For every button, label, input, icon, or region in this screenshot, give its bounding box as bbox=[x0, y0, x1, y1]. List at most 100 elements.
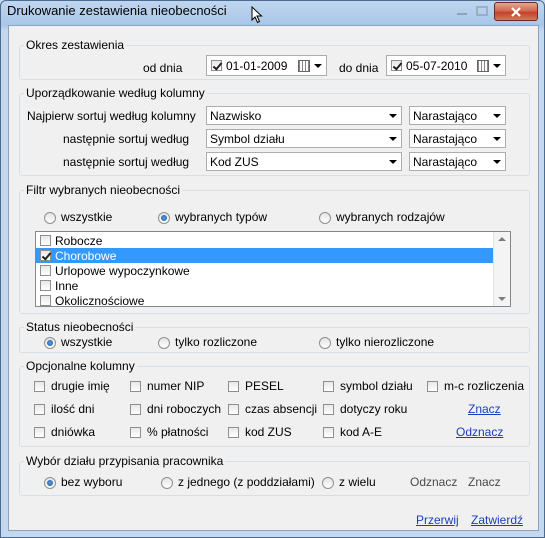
department-single-radio[interactable] bbox=[161, 477, 173, 489]
sort-order-2-select[interactable]: Narastająco bbox=[409, 129, 506, 148]
to-date-checkbox[interactable] bbox=[391, 60, 402, 71]
cancel-link[interactable]: Przerwij bbox=[416, 513, 459, 527]
select-all-columns-link[interactable]: Znacz bbox=[468, 402, 501, 416]
column-ae-code-label[interactable]: kod A-E bbox=[340, 425, 382, 439]
status-settled-label[interactable]: tylko rozliczone bbox=[175, 335, 257, 349]
department-multiple-radio[interactable] bbox=[322, 477, 334, 489]
sort-row-3-label: następnie sortuj według bbox=[63, 155, 190, 169]
department-select-link[interactable]: Znacz bbox=[468, 475, 501, 489]
period-legend: Okres zestawienia bbox=[26, 38, 125, 52]
column-days-count-label[interactable]: ilość dni bbox=[51, 402, 94, 416]
list-item[interactable]: Chorobowe bbox=[36, 248, 494, 263]
to-date-value: 05-07-2010 bbox=[406, 59, 468, 73]
column-pesel-label[interactable]: PESEL bbox=[245, 379, 284, 393]
list-scrollbar[interactable] bbox=[493, 232, 510, 306]
column-ae-code-checkbox[interactable] bbox=[323, 427, 334, 438]
chevron-down-icon bbox=[493, 137, 501, 141]
title-bar[interactable]: Drukowanie zestawienia nieobecności bbox=[1, 1, 544, 25]
filter-all-radio[interactable] bbox=[44, 212, 56, 224]
to-date-label: do dnia bbox=[339, 61, 379, 75]
item-checkbox[interactable] bbox=[40, 250, 51, 261]
filter-kinds-radio[interactable] bbox=[319, 212, 331, 224]
maximize-icon[interactable] bbox=[475, 6, 489, 16]
column-settlement-month-label[interactable]: m-c rozliczenia bbox=[444, 379, 524, 393]
column-middle-name-checkbox[interactable] bbox=[34, 381, 45, 392]
column-year-checkbox[interactable] bbox=[323, 404, 334, 415]
column-days-count-checkbox[interactable] bbox=[34, 404, 45, 415]
department-none-label[interactable]: bez wyboru bbox=[61, 475, 122, 489]
column-nip-label[interactable]: numer NIP bbox=[147, 379, 204, 393]
scroll-down-icon[interactable] bbox=[498, 297, 506, 301]
window-title: Drukowanie zestawienia nieobecności bbox=[7, 3, 227, 18]
department-multiple-label[interactable]: z wielu bbox=[339, 475, 376, 489]
item-checkbox[interactable] bbox=[40, 280, 51, 291]
column-middle-name-label[interactable]: drugie imię bbox=[51, 379, 110, 393]
absence-type-list[interactable]: Robocze Chorobowe Urlopowe wypoczynkowe … bbox=[35, 231, 511, 307]
sort-order-3-value: Narastająco bbox=[413, 155, 478, 169]
list-item[interactable]: Inne bbox=[36, 278, 494, 293]
chevron-down-icon bbox=[389, 160, 397, 164]
department-none-radio[interactable] bbox=[44, 477, 56, 489]
filter-types-radio[interactable] bbox=[158, 212, 170, 224]
column-absence-time-label[interactable]: czas absencji bbox=[245, 402, 317, 416]
from-date-picker[interactable]: 01-01-2009 bbox=[206, 55, 327, 76]
chevron-down-icon bbox=[389, 137, 397, 141]
chevron-down-icon bbox=[493, 114, 501, 118]
column-working-days-checkbox[interactable] bbox=[130, 404, 141, 415]
item-label: Chorobowe bbox=[55, 249, 117, 263]
column-payment-percent-checkbox[interactable] bbox=[130, 427, 141, 438]
sort-order-1-value: Narastająco bbox=[413, 109, 478, 123]
department-legend: Wybór działu przypisania pracownika bbox=[26, 454, 224, 468]
item-checkbox[interactable] bbox=[40, 235, 51, 246]
filter-all-label[interactable]: wszystkie bbox=[61, 210, 112, 224]
dialog-window: Drukowanie zestawienia nieobecności Okre… bbox=[0, 0, 545, 538]
scroll-up-icon[interactable] bbox=[498, 237, 506, 241]
filter-kinds-label[interactable]: wybranych rodzajów bbox=[336, 210, 445, 224]
deselect-all-columns-link[interactable]: Odznacz bbox=[456, 425, 503, 439]
column-pesel-checkbox[interactable] bbox=[228, 381, 239, 392]
mouse-cursor-icon bbox=[251, 6, 263, 24]
item-checkbox[interactable] bbox=[40, 295, 51, 306]
list-item[interactable]: Urlopowe wypoczynkowe bbox=[36, 263, 494, 278]
department-deselect-link[interactable]: Odznacz bbox=[410, 475, 457, 489]
sort-column-3-select[interactable]: Kod ZUS bbox=[206, 152, 402, 171]
list-item[interactable]: Okolicznościowe bbox=[36, 293, 494, 306]
minimize-icon[interactable] bbox=[455, 6, 469, 16]
close-button[interactable] bbox=[494, 2, 538, 21]
column-absence-time-checkbox[interactable] bbox=[228, 404, 239, 415]
status-legend: Status nieobecności bbox=[26, 320, 134, 334]
sort-column-1-select[interactable]: Nazwisko bbox=[206, 106, 402, 125]
from-date-checkbox[interactable] bbox=[211, 60, 222, 71]
column-nip-checkbox[interactable] bbox=[130, 381, 141, 392]
department-single-label[interactable]: z jednego (z poddziałami) bbox=[178, 475, 315, 489]
to-date-picker[interactable]: 05-07-2010 bbox=[386, 55, 506, 76]
status-settled-radio[interactable] bbox=[158, 337, 170, 349]
status-unsettled-label[interactable]: tylko nierozliczone bbox=[336, 335, 434, 349]
filter-types-label[interactable]: wybranych typów bbox=[175, 210, 267, 224]
chevron-down-icon bbox=[314, 64, 322, 68]
column-payment-percent-label[interactable]: % płatności bbox=[147, 425, 208, 439]
sort-order-3-select[interactable]: Narastająco bbox=[409, 152, 506, 171]
status-unsettled-radio[interactable] bbox=[319, 337, 331, 349]
column-dept-symbol-checkbox[interactable] bbox=[323, 381, 334, 392]
from-date-value: 01-01-2009 bbox=[226, 59, 288, 73]
sort-row-2-label: następnie sortuj według bbox=[63, 132, 190, 146]
item-label: Inne bbox=[55, 279, 79, 293]
column-year-label[interactable]: dotyczy roku bbox=[340, 402, 407, 416]
column-daily-rate-checkbox[interactable] bbox=[34, 427, 45, 438]
list-item[interactable]: Robocze bbox=[36, 233, 494, 248]
sort-column-3-value: Kod ZUS bbox=[210, 155, 259, 169]
column-zus-code-label[interactable]: kod ZUS bbox=[245, 425, 292, 439]
status-all-radio[interactable] bbox=[44, 337, 56, 349]
sort-column-2-select[interactable]: Symbol działu bbox=[206, 129, 402, 148]
column-dept-symbol-label[interactable]: symbol działu bbox=[340, 379, 413, 393]
column-working-days-label[interactable]: dni roboczych bbox=[147, 402, 221, 416]
confirm-link[interactable]: Zatwierdź bbox=[471, 513, 523, 527]
dialog-body: Okres zestawienia od dnia 01-01-2009 do … bbox=[8, 25, 539, 531]
sort-order-1-select[interactable]: Narastająco bbox=[409, 106, 506, 125]
status-all-label[interactable]: wszystkie bbox=[61, 335, 112, 349]
item-checkbox[interactable] bbox=[40, 265, 51, 276]
column-zus-code-checkbox[interactable] bbox=[228, 427, 239, 438]
column-settlement-month-checkbox[interactable] bbox=[427, 381, 438, 392]
column-daily-rate-label[interactable]: dniówka bbox=[51, 425, 95, 439]
